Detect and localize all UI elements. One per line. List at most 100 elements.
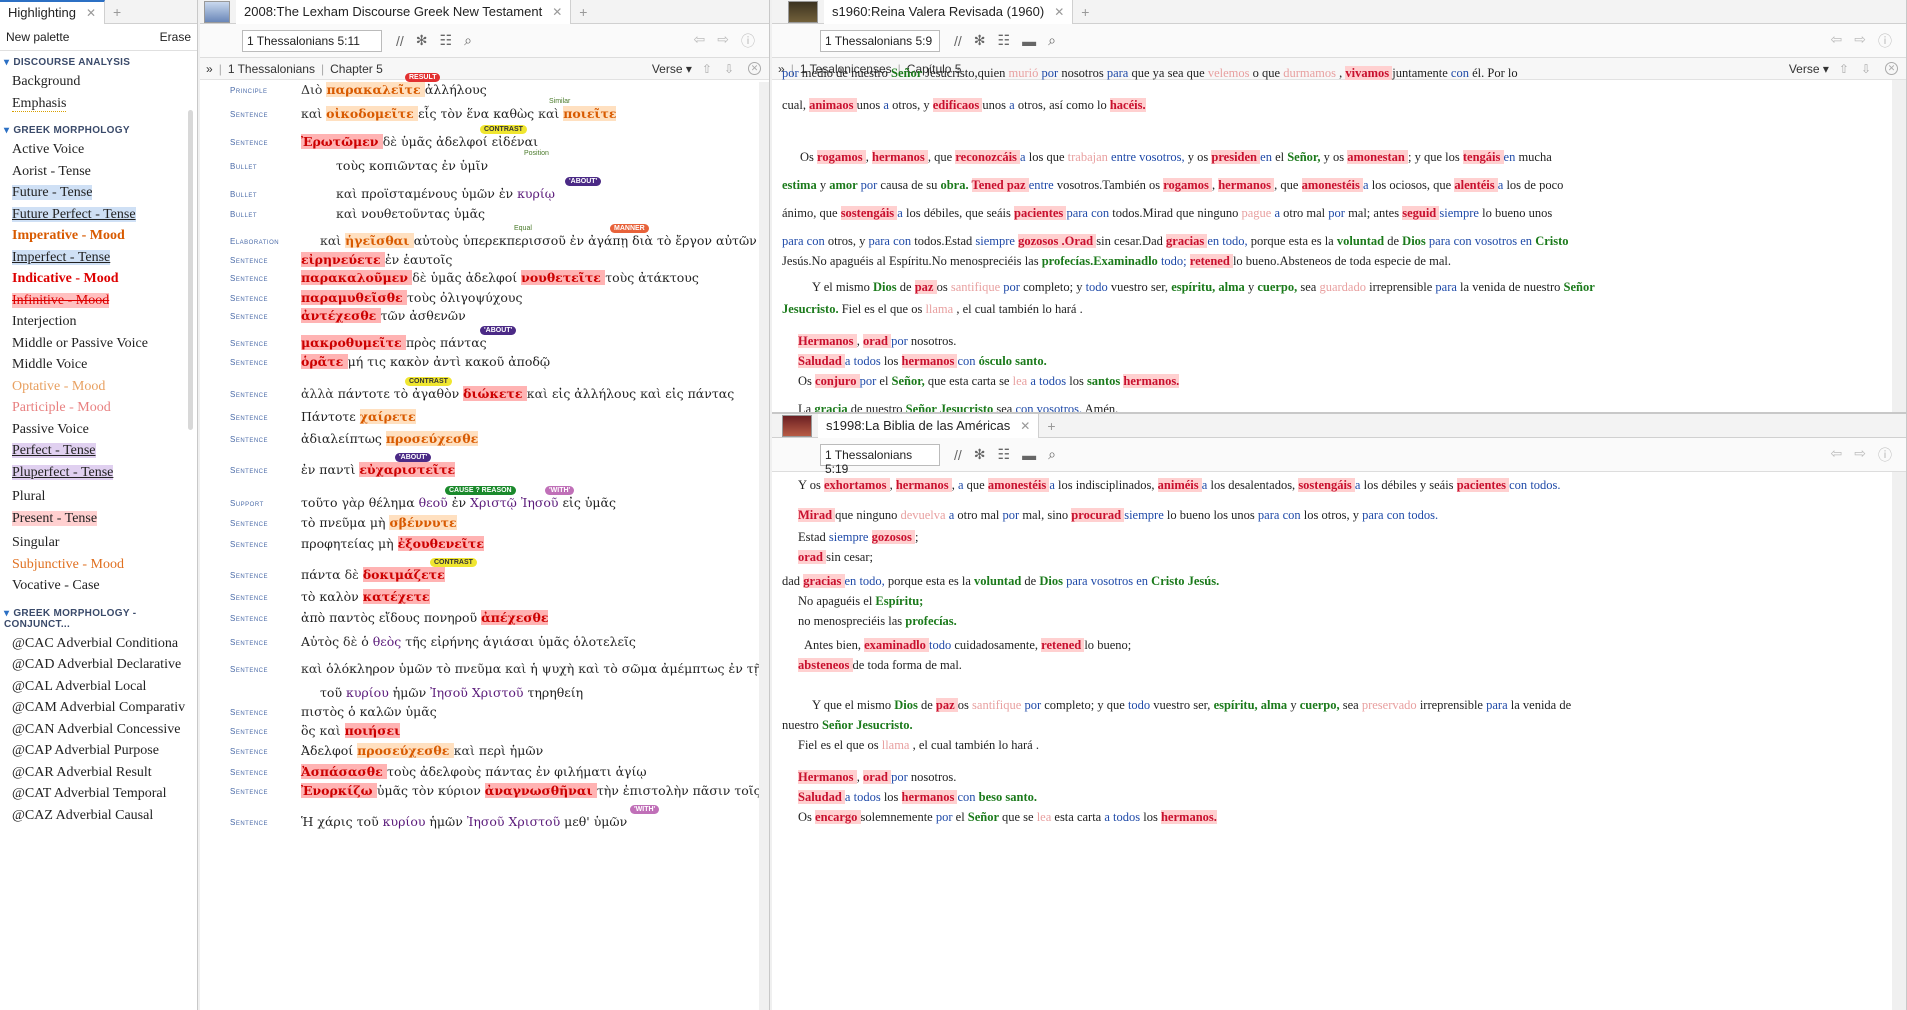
close-icon[interactable]: ✕ bbox=[86, 6, 96, 20]
verse-word[interactable]: sostengáis bbox=[840, 206, 898, 220]
verse-word[interactable]: poco bbox=[1539, 178, 1563, 192]
verse-line[interactable]: orad sin cesar; bbox=[798, 550, 1906, 565]
verse-word[interactable]: ser, bbox=[1151, 280, 1171, 294]
verse-word[interactable]: , bbox=[890, 478, 896, 492]
verse-word[interactable]: sostengáis bbox=[1298, 478, 1355, 492]
greek-word[interactable]: ἀτάκτους bbox=[638, 270, 699, 285]
greek-word[interactable]: ψυχὴ bbox=[542, 661, 578, 676]
style-item[interactable]: Imperfect - Tense bbox=[0, 248, 197, 270]
greek-word[interactable]: ὑμᾶς bbox=[454, 206, 485, 221]
verse-word[interactable]: él. bbox=[1472, 66, 1487, 80]
verse-word[interactable]: . bbox=[1036, 738, 1039, 752]
verse-word[interactable]: ánimo, bbox=[782, 206, 820, 220]
verse-word[interactable]: de bbox=[925, 658, 940, 672]
greek-word[interactable]: ἐν bbox=[385, 252, 403, 267]
greek-word[interactable]: τηρηθείη bbox=[528, 685, 584, 700]
verse-word[interactable]: otros, bbox=[1321, 508, 1352, 522]
greek-word[interactable]: περὶ bbox=[479, 743, 510, 758]
verse-word[interactable]: Por bbox=[1487, 66, 1508, 80]
greek-word[interactable]: καὶ bbox=[301, 661, 326, 676]
verse-word[interactable]: que bbox=[934, 150, 955, 164]
erase-button[interactable]: Erase bbox=[160, 30, 191, 44]
rvr-scrollbar[interactable] bbox=[1892, 80, 1906, 412]
greek-word[interactable]: πρὸς bbox=[406, 335, 440, 350]
verse-word[interactable]: devuelva bbox=[900, 508, 948, 522]
verse-word[interactable]: especie bbox=[1374, 254, 1414, 268]
verse-word[interactable]: esta bbox=[1289, 234, 1312, 248]
verse-word[interactable]: os bbox=[867, 738, 881, 752]
verse-word[interactable]: orad bbox=[798, 550, 827, 564]
greek-word[interactable]: ὁρᾶτε bbox=[301, 354, 348, 369]
verse-word[interactable]: hermanos bbox=[1218, 178, 1275, 192]
verse-word[interactable]: con bbox=[957, 354, 978, 368]
verse-word[interactable]: los bbox=[1143, 810, 1161, 824]
greek-word[interactable]: ὁ bbox=[348, 704, 360, 719]
style-item[interactable]: Future - Tense bbox=[0, 183, 197, 205]
verse-word[interactable]: el bbox=[919, 738, 931, 752]
verse-word[interactable]: que bbox=[967, 478, 988, 492]
verse-word[interactable]: en bbox=[1260, 150, 1275, 164]
verse-word[interactable]: el bbox=[824, 280, 836, 294]
verse-word[interactable]: para bbox=[868, 234, 893, 248]
section-header[interactable]: ▾ GREEK MORPHOLOGY - CONJUNCT... bbox=[0, 602, 197, 634]
tab-lexham[interactable]: 2008:The Lexham Discourse Greek New Test… bbox=[236, 0, 572, 24]
verse-word[interactable]: cuerpo, bbox=[1300, 698, 1343, 712]
verse-word[interactable]: todo bbox=[929, 638, 954, 652]
parallel-icon[interactable]: // bbox=[954, 33, 962, 49]
greek-word[interactable]: ὀλιγοψύχους bbox=[440, 290, 522, 305]
verse-word[interactable]: otros, bbox=[1018, 98, 1049, 112]
greek-word[interactable]: Ἐνορκίζω bbox=[301, 783, 377, 798]
verse-word[interactable]: seáis bbox=[987, 206, 1014, 220]
verse-word[interactable]: que bbox=[965, 206, 986, 220]
greek-word[interactable]: θέλημα bbox=[369, 495, 419, 510]
verse-word[interactable]: a bbox=[1104, 810, 1113, 824]
verse-word[interactable]: amonestan bbox=[1347, 150, 1408, 164]
verse-word[interactable]: juntamente bbox=[1392, 66, 1451, 80]
greek-word[interactable]: μὴ bbox=[378, 536, 398, 551]
expand-triangle-icon[interactable]: ▾ bbox=[4, 125, 9, 136]
back-icon[interactable]: ⇦ bbox=[694, 31, 706, 51]
verse-word[interactable]: y bbox=[1324, 150, 1333, 164]
greek-word[interactable]: κακοῦ bbox=[465, 354, 508, 369]
verse-word[interactable]: los bbox=[884, 790, 902, 804]
search-icon[interactable]: ⌕ bbox=[464, 32, 472, 49]
greek-word[interactable]: ἀσθενῶν bbox=[409, 308, 465, 323]
greek-word[interactable]: κακὸν bbox=[390, 354, 433, 369]
add-tab-icon[interactable]: + bbox=[1039, 418, 1063, 434]
menu-icon[interactable]: ☷ bbox=[440, 32, 453, 49]
verse-word[interactable]: otros, bbox=[828, 234, 859, 248]
verse-word[interactable]: irreprensible bbox=[1420, 698, 1486, 712]
verse-word[interactable]: santos bbox=[1087, 374, 1123, 388]
greek-word[interactable]: διώκετε bbox=[463, 386, 527, 401]
verse-line[interactable]: Y que el mismo Dios de paz os santifique… bbox=[812, 698, 1906, 713]
verse-word[interactable]: Dios bbox=[873, 280, 900, 294]
verse-word[interactable]: Os bbox=[800, 150, 817, 164]
greek-word[interactable]: Ἡ bbox=[301, 814, 317, 829]
style-item[interactable]: Subjunctive - Mood bbox=[0, 555, 197, 577]
verse-word[interactable]: Señor, bbox=[1287, 150, 1323, 164]
style-item[interactable]: Perfect - Tense bbox=[0, 441, 197, 463]
verse-word[interactable]: Cristo bbox=[1535, 234, 1568, 248]
greek-text[interactable]: καὶ ὁλόκληρον ὑμῶν τὸ πνεῦμα καὶ ἡ ψυχὴ … bbox=[301, 661, 769, 676]
verse-word[interactable]: siempre bbox=[829, 530, 872, 544]
verse-word[interactable]: es bbox=[864, 302, 878, 316]
greek-word[interactable]: καὶ bbox=[505, 661, 530, 676]
greek-word[interactable]: ἀγαθὸν bbox=[412, 386, 463, 401]
verse-word[interactable]: en bbox=[1207, 234, 1222, 248]
info-icon[interactable]: ⓘ bbox=[1878, 31, 1892, 51]
verse-word[interactable]: que bbox=[1187, 66, 1208, 80]
greek-word[interactable]: ἐν bbox=[499, 186, 517, 201]
verse-word[interactable]: nuestro bbox=[851, 66, 891, 80]
verse-word[interactable]: así bbox=[1049, 98, 1066, 112]
verse-word[interactable]: todos.Estad bbox=[914, 234, 975, 248]
greek-word[interactable]: εἰς bbox=[562, 495, 584, 510]
greek-word[interactable]: τοῦτο bbox=[301, 495, 341, 510]
verse-word[interactable]: que bbox=[1280, 178, 1301, 192]
verse-word[interactable]: sin bbox=[1096, 234, 1114, 248]
greek-word[interactable]: ἁγίῳ bbox=[616, 764, 647, 779]
verse-word[interactable]: esta bbox=[926, 574, 949, 588]
verse-word[interactable]: por bbox=[861, 178, 881, 192]
verse-word[interactable]: para bbox=[1258, 508, 1283, 522]
verse-line[interactable]: Hermanos , orad por nosotros. bbox=[798, 334, 1906, 349]
tab-lbla[interactable]: s1998:La Biblia de las Américas ✕ bbox=[818, 414, 1040, 438]
